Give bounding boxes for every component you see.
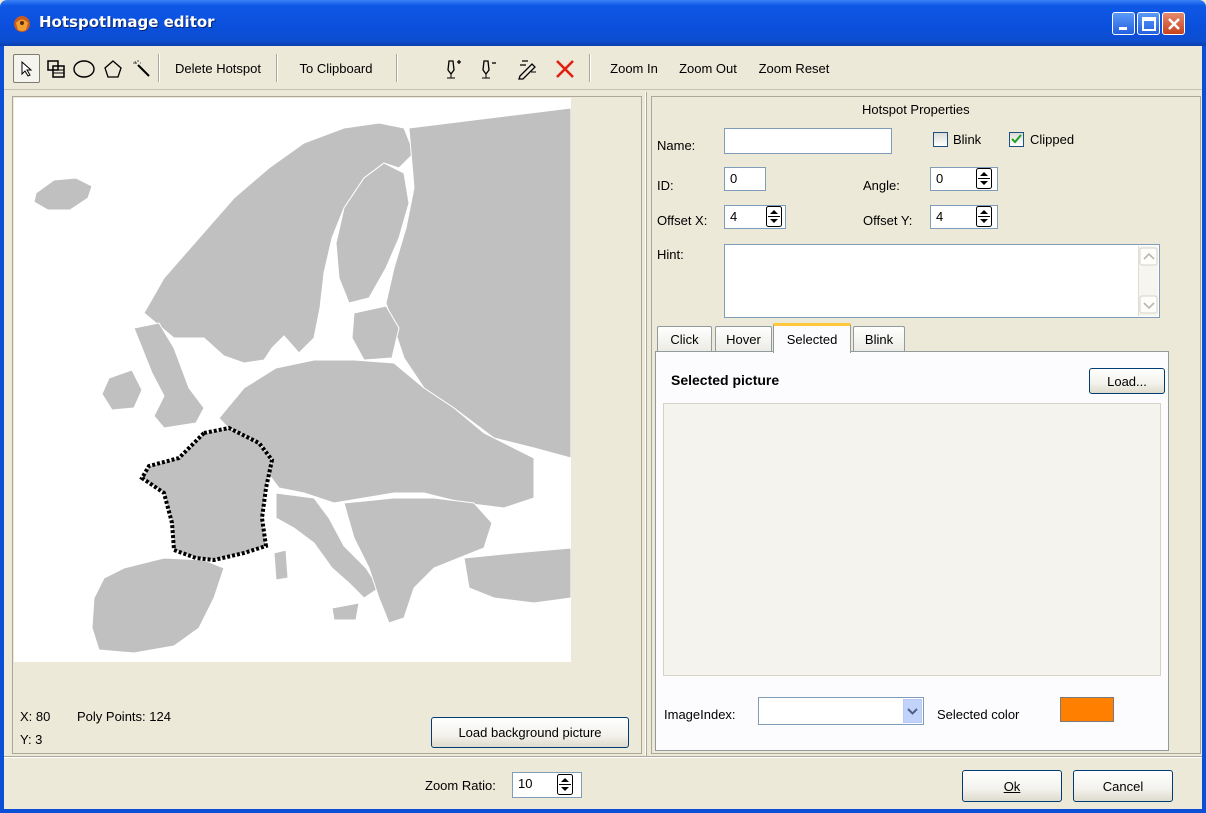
minimize-button[interactable]: [1112, 12, 1135, 35]
scroll-down-icon: [1139, 295, 1158, 314]
close-button[interactable]: [1162, 12, 1185, 35]
image-index-label: ImageIndex:: [664, 707, 736, 722]
name-label: Name:: [657, 138, 696, 153]
id-label: ID:: [657, 178, 674, 193]
selected-picture-label: Selected picture: [671, 372, 780, 388]
ellipse-icon: [73, 59, 95, 78]
ireland-shape: [101, 369, 143, 411]
europe-map-image: [33, 107, 571, 654]
remove-point-button[interactable]: [472, 54, 502, 83]
cancel-button[interactable]: Cancel: [1073, 770, 1173, 802]
maximize-button[interactable]: [1137, 12, 1160, 35]
iceland-shape: [33, 177, 93, 211]
add-point-button[interactable]: [437, 54, 467, 83]
window-frame-left: [0, 46, 4, 813]
hint-textarea[interactable]: [724, 244, 1160, 318]
zoom-ratio-label: Zoom Ratio:: [425, 778, 496, 793]
tab-hover[interactable]: Hover: [715, 326, 772, 351]
checkmark-icon: [1011, 134, 1022, 144]
iberia-shape: [91, 557, 225, 654]
pointer-icon: [21, 60, 32, 77]
toolbar-separator: [589, 54, 591, 82]
tab-blink[interactable]: Blink: [853, 326, 905, 351]
blink-checkbox[interactable]: [933, 132, 948, 147]
angle-spinner-icon[interactable]: [976, 168, 992, 189]
zoom-in-button[interactable]: Zoom In: [601, 54, 667, 83]
toolbar-separator: [158, 54, 160, 82]
properties-heading: Hotspot Properties: [862, 102, 970, 117]
sicily-shape: [331, 602, 360, 621]
id-input[interactable]: 0: [724, 167, 766, 191]
uk-shape: [133, 322, 205, 429]
offset-y-label: Offset Y:: [863, 213, 913, 228]
chevron-down-icon[interactable]: [903, 699, 922, 723]
zoom-out-button[interactable]: Zoom Out: [670, 54, 746, 83]
magic-wand-tool[interactable]: [128, 54, 155, 83]
app-icon: [14, 16, 30, 32]
map-canvas[interactable]: [14, 98, 571, 662]
rectangle-tool[interactable]: [42, 54, 69, 83]
edit-points-button[interactable]: [512, 54, 544, 83]
cancel-label: Cancel: [1102, 778, 1144, 794]
window-title: HotspotImage editor: [39, 13, 215, 31]
pointer-tool[interactable]: [13, 54, 40, 83]
sardinia-shape: [273, 549, 289, 581]
angle-label: Angle:: [863, 178, 900, 193]
ellipse-tool[interactable]: [70, 54, 98, 83]
offset-x-label: Offset X:: [657, 213, 708, 228]
tab-selected[interactable]: Selected: [773, 323, 851, 353]
name-input[interactable]: [724, 128, 892, 154]
window-frame-bottom: [0, 809, 1206, 813]
rectangle-icon: [46, 59, 65, 78]
to-clipboard-button[interactable]: To Clipboard: [280, 54, 392, 83]
turkey-shape: [463, 547, 571, 604]
toolbar-separator: [396, 54, 398, 82]
pen-add-icon: [447, 59, 461, 78]
pen-remove-icon: [482, 59, 496, 78]
panel-splitter[interactable]: [645, 92, 647, 756]
ok-label: Ok: [1003, 778, 1021, 794]
clipped-checkbox[interactable]: [1009, 132, 1024, 147]
clipped-label: Clipped: [1030, 132, 1075, 147]
cursor-y-readout: Y: 3: [20, 732, 43, 747]
cursor-x-readout: X: 80: [20, 709, 51, 724]
toolbar-separator: [276, 54, 278, 82]
title-bar[interactable]: HotspotImage editor: [0, 0, 1206, 46]
france-shape: [141, 427, 273, 561]
scroll-up-icon: [1139, 247, 1158, 266]
hint-scrollbar[interactable]: [1138, 246, 1158, 316]
bottom-divider: [4, 756, 1202, 758]
zoom-reset-button[interactable]: Zoom Reset: [749, 54, 839, 83]
window-frame-right: [1202, 46, 1206, 813]
offset-y-spinner-icon[interactable]: [976, 206, 992, 227]
magic-wand-icon: [132, 59, 150, 77]
selected-color-label: Selected color: [937, 707, 1020, 722]
load-background-button[interactable]: Load background picture: [431, 717, 629, 748]
hint-label: Hint:: [657, 247, 684, 262]
delete-points-button[interactable]: [550, 54, 580, 83]
pen-edit-icon: [518, 59, 536, 80]
blink-label: Blink: [953, 132, 982, 147]
ok-button[interactable]: Ok: [962, 770, 1062, 802]
selected-color-swatch[interactable]: [1060, 697, 1114, 722]
selected-picture-preview: [663, 403, 1161, 676]
zoom-ratio-spinner-icon[interactable]: [557, 774, 573, 795]
image-index-select[interactable]: [758, 697, 924, 725]
load-picture-button[interactable]: Load...: [1089, 368, 1165, 394]
polygon-icon: [103, 59, 122, 78]
delete-hotspot-button[interactable]: Delete Hotspot: [162, 54, 274, 83]
poly-points-readout: Poly Points: 124: [77, 709, 171, 724]
toolbar: Delete Hotspot To Clipboard Zoom In Zoom…: [4, 46, 1202, 90]
tab-click[interactable]: Click: [657, 326, 712, 351]
polygon-tool[interactable]: [99, 54, 126, 83]
offset-x-spinner-icon[interactable]: [766, 206, 782, 227]
red-x-icon: [556, 59, 574, 78]
